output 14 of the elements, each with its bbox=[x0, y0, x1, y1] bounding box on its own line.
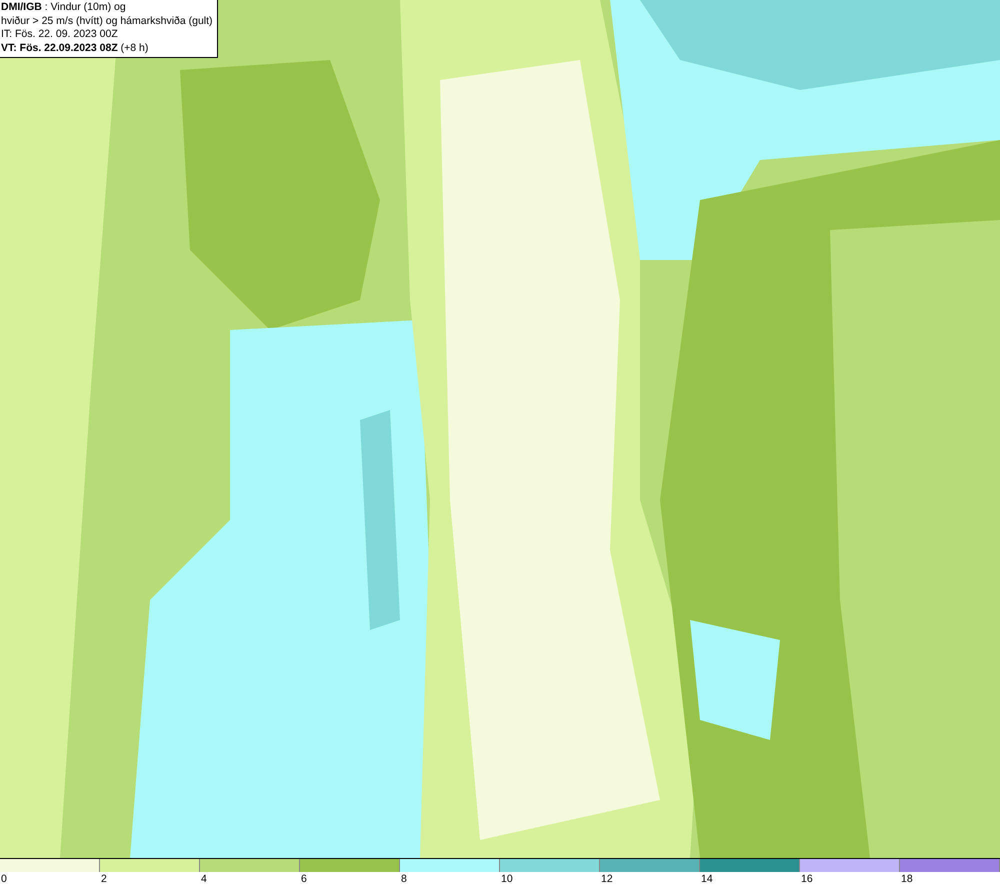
legend-tick-label: 12 bbox=[600, 872, 613, 886]
legend-tick-label: 0 bbox=[0, 872, 7, 886]
info-text: VT: Fös. 22.09.2023 08Z (+8 h) bbox=[1, 42, 150, 55]
legend-tick-label: 18 bbox=[900, 872, 913, 886]
info-text: DMI/IGB : Vindur (10m) og bbox=[1, 1, 127, 14]
legend-tick-label: 6 bbox=[300, 872, 307, 886]
info-text: IT: Fös. 22. 09. 2023 00Z bbox=[1, 28, 119, 42]
info-text: hviður > 25 m/s (hvítt) og hámarkshviða (gult) bbox=[1, 14, 213, 28]
legend-tick-label: 16 bbox=[800, 872, 813, 886]
legend-tick-label: 14 bbox=[700, 872, 713, 886]
legend-tick-label: 2 bbox=[100, 872, 107, 886]
legend-tick-label: 4 bbox=[200, 872, 207, 886]
legend-tick-label: 10 bbox=[500, 872, 513, 886]
legend-tick-label: 8 bbox=[400, 872, 407, 886]
